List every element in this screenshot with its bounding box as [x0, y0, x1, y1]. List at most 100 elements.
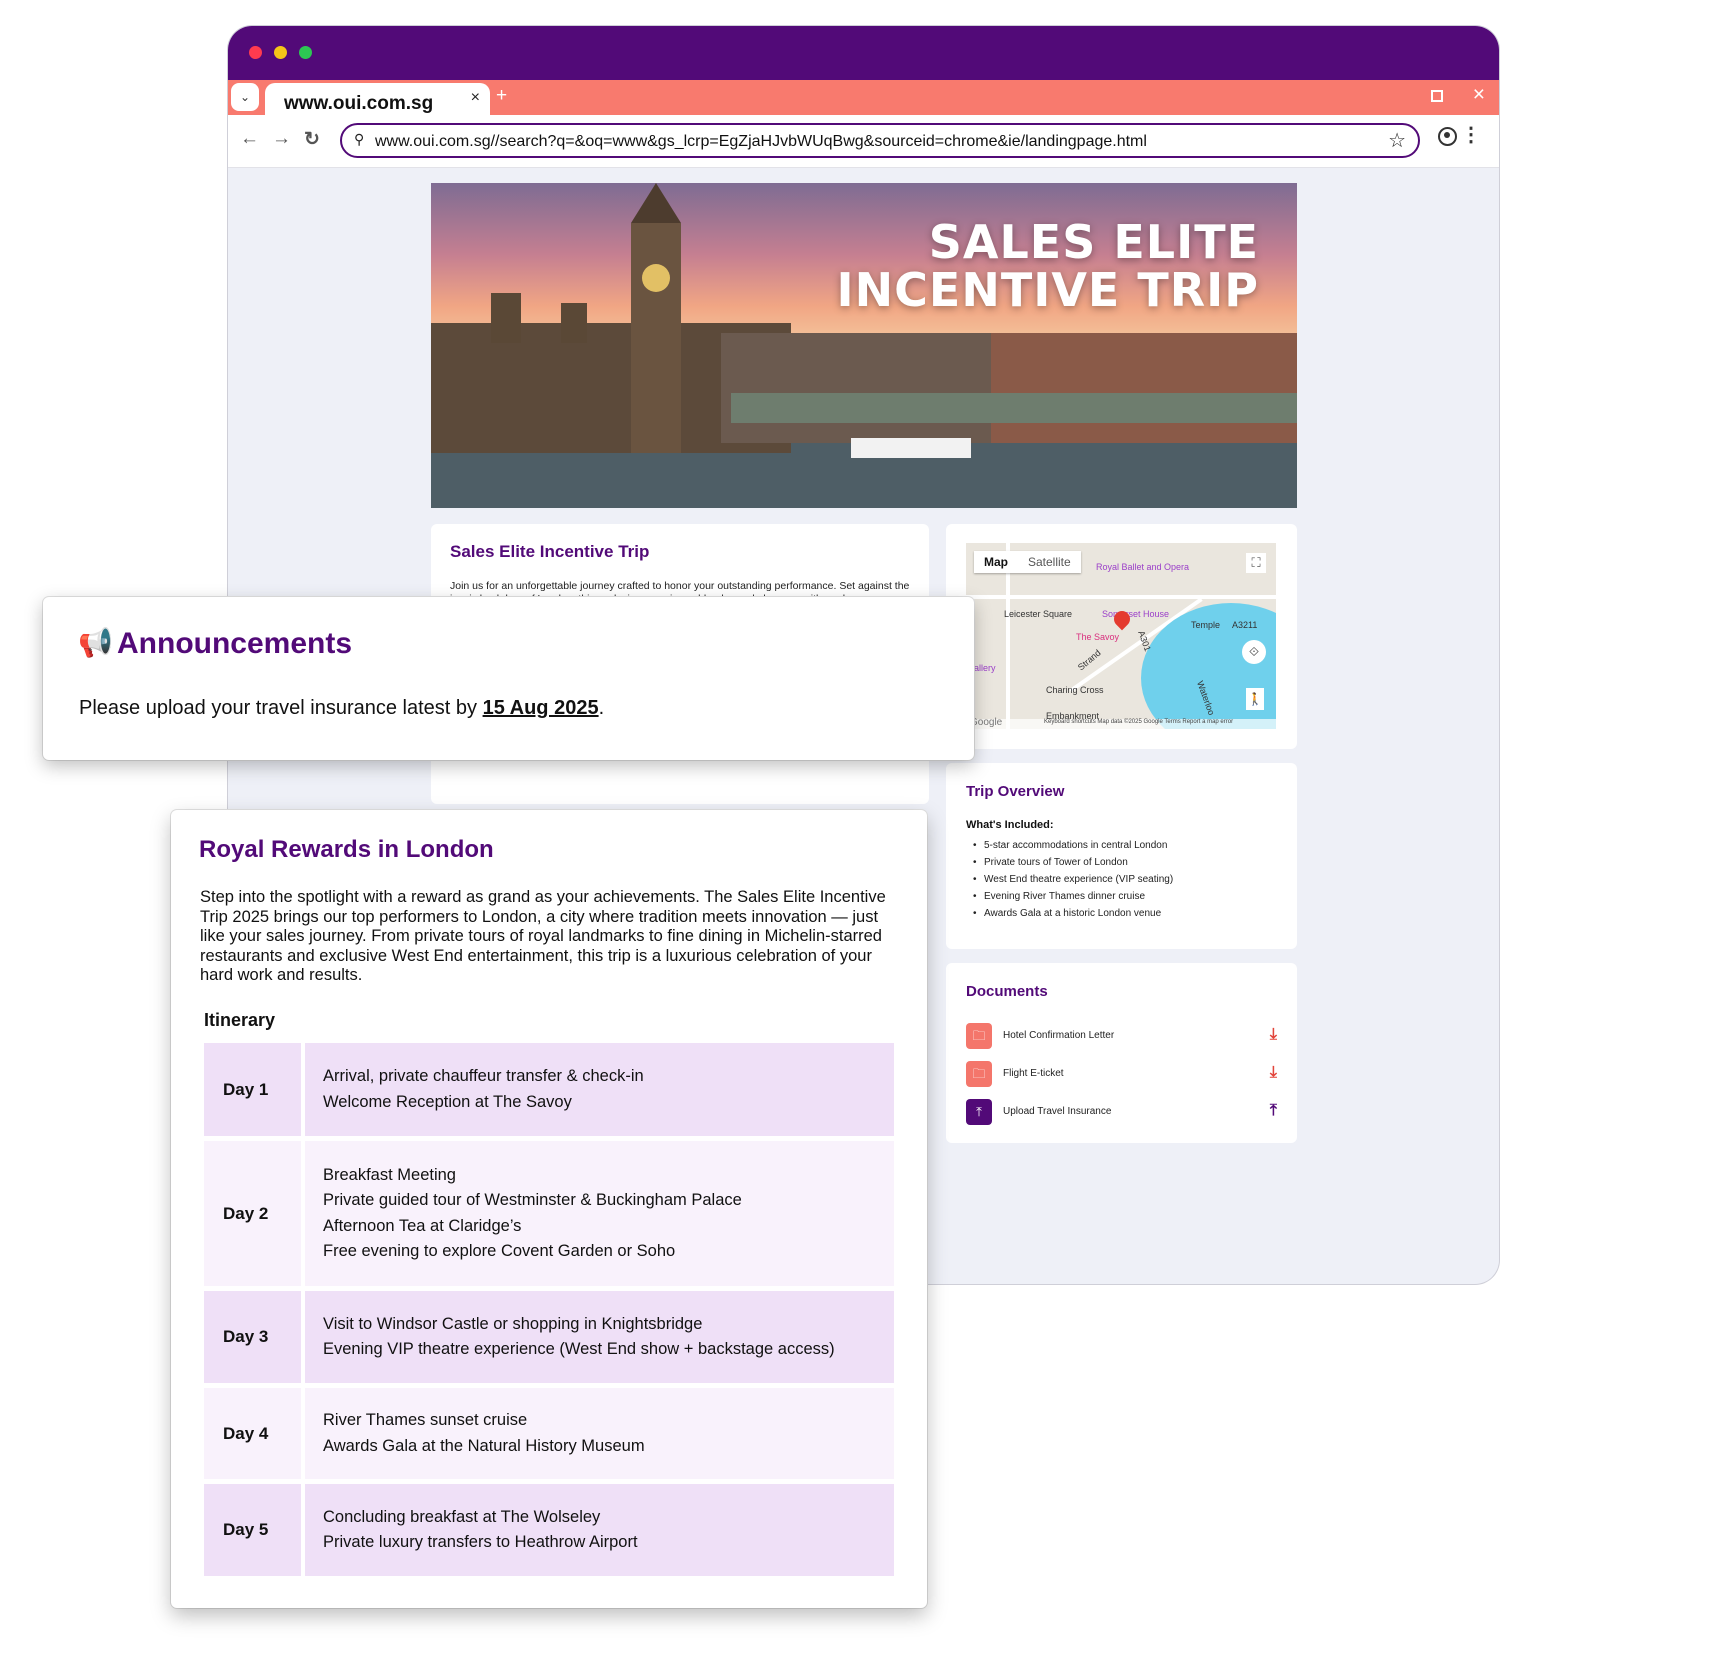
itinerary-activities: River Thames sunset cruise Awards Gala a… [305, 1388, 894, 1479]
itinerary-day: Day 2 [204, 1141, 301, 1286]
document-row-hotel[interactable]: 🗀 Hotel Confirmation Letter ⤓ [966, 1023, 1277, 1049]
itinerary-activity: Awards Gala at the Natural History Museu… [323, 1436, 645, 1455]
included-item: 5-star accommodations in central London [973, 837, 1173, 854]
itinerary-day: Day 3 [204, 1291, 301, 1383]
google-logo: Google [970, 717, 1003, 728]
trip-overview-card: Trip Overview What's Included: 5-star ac… [946, 763, 1297, 949]
itinerary-activity: Afternoon Tea at Claridge’s [323, 1216, 522, 1235]
map-label: Royal Ballet and Opera [1096, 562, 1190, 572]
map-road [966, 595, 1276, 599]
itinerary-activity: Visit to Windsor Castle or shopping in K… [323, 1314, 703, 1333]
map-label: The Savoy [1076, 632, 1120, 642]
url-input[interactable] [375, 132, 1375, 152]
announcement-message: Please upload your travel insurance late… [79, 697, 483, 719]
pegman-icon[interactable]: 🚶 [1246, 688, 1264, 710]
map-embed[interactable]: Map Satellite ⛶ Royal Ballet and Opera L… [966, 543, 1276, 729]
itinerary-activity: Evening VIP theatre experience (West End… [323, 1340, 835, 1358]
upload-icon: ⤒ [966, 1099, 992, 1125]
announcement-deadline: 15 Aug 2025 [482, 697, 599, 719]
itinerary-activity: Private luxury transfers to Heathrow Air… [323, 1533, 638, 1551]
included-item: West End theatre experience (VIP seating… [973, 871, 1173, 888]
omnibox[interactable]: ⚲ ☆ [340, 123, 1420, 158]
hero-banner: SALES ELITE INCENTIVE TRIP [431, 183, 1297, 508]
map-footer: Keyboard shortcuts Map data ©2025 Google… [966, 719, 1276, 729]
included-item: Awards Gala at a historic London venue [973, 905, 1173, 922]
map-type-toggle: Map Satellite [974, 551, 1081, 573]
included-heading: What's Included: [966, 819, 1054, 831]
maximize-window-dot[interactable] [299, 46, 312, 59]
close-window-dot[interactable] [249, 46, 262, 59]
document-row-flight[interactable]: 🗀 Flight E-ticket ⤓ [966, 1061, 1277, 1087]
map-label: Somerset House [1102, 609, 1170, 619]
itinerary-table: Day 1 Arrival, private chauffeur transfe… [204, 1043, 894, 1581]
document-label: Upload Travel Insurance [1003, 1106, 1112, 1117]
minimize-window-dot[interactable] [274, 46, 287, 59]
announcement-suffix: . [598, 697, 605, 719]
rotate-map-icon[interactable]: ⟐ [1242, 640, 1266, 664]
itinerary-day: Day 1 [204, 1043, 301, 1136]
map-label: A3211 [1232, 620, 1258, 630]
itinerary-activities: Breakfast Meeting Private guided tour of… [305, 1141, 894, 1286]
bookmark-star-icon[interactable]: ☆ [1388, 128, 1406, 153]
reload-icon[interactable]: ↻ [304, 128, 320, 151]
address-bar: ← → ↻ ⚲ ☆ ⋮ [228, 115, 1499, 168]
tab-title: www.oui.com.sg [284, 93, 434, 114]
included-list: 5-star accommodations in central London … [973, 837, 1173, 922]
map-label: allery [974, 663, 996, 673]
map-label: Temple [1191, 620, 1221, 630]
itinerary-day: Day 4 [204, 1388, 301, 1479]
itinerary-activities: Visit to Windsor Castle or shopping in K… [305, 1291, 894, 1383]
itinerary-activities: Concluding breakfast at The Wolseley Pri… [305, 1484, 894, 1576]
tab-bar: ⌄ www.oui.com.sg × + × [228, 80, 1499, 115]
itinerary-row: Day 3 Visit to Windsor Castle or shoppin… [204, 1291, 894, 1383]
map-label: Leicester Square [1004, 609, 1073, 619]
fullscreen-icon[interactable]: ⛶ [1246, 553, 1266, 573]
itinerary-row: Day 4 River Thames sunset cruise Awards … [204, 1388, 894, 1479]
documents-card: Documents 🗀 Hotel Confirmation Letter ⤓ … [946, 963, 1297, 1143]
browser-tab[interactable]: www.oui.com.sg × [265, 83, 490, 115]
megaphone-icon: 📢 [78, 627, 113, 658]
document-label: Flight E-ticket [1003, 1068, 1064, 1079]
royal-rewards-panel: Royal Rewards in London Step into the sp… [171, 810, 927, 1608]
download-icon[interactable]: ⤓ [1270, 1026, 1277, 1044]
folder-icon: 🗀 [966, 1023, 992, 1049]
forward-icon[interactable]: → [272, 128, 291, 150]
trip-card-title: Sales Elite Incentive Trip [450, 542, 650, 561]
browser-menu-icon[interactable]: ⋮ [1461, 125, 1481, 145]
announcement-text: Please upload your travel insurance late… [79, 697, 604, 720]
maximize-icon[interactable] [1431, 90, 1443, 102]
search-icon: ⚲ [354, 131, 365, 147]
overview-title: Trip Overview [966, 783, 1065, 800]
map-card: Map Satellite ⛶ Royal Ballet and Opera L… [946, 524, 1297, 749]
map-label: Charing Cross [1046, 685, 1104, 695]
new-tab-icon[interactable]: + [496, 85, 507, 107]
announcements-panel: 📢 Announcements Please upload your trave… [43, 597, 974, 760]
itinerary-activity: Breakfast Meeting [323, 1165, 456, 1184]
upload-icon[interactable]: ⤒ [1270, 1102, 1277, 1120]
itinerary-day: Day 5 [204, 1484, 301, 1576]
royal-title: Royal Rewards in London [199, 836, 494, 863]
included-item: Evening River Thames dinner cruise [973, 888, 1173, 905]
itinerary-row: Day 1 Arrival, private chauffeur transfe… [204, 1043, 894, 1136]
map-tab-satellite[interactable]: Satellite [1018, 551, 1081, 573]
hero-title-line-1: SALES ELITE [928, 215, 1259, 269]
tab-list-dropdown-icon[interactable]: ⌄ [231, 83, 259, 111]
itinerary-activity: Private guided tour of Westminster & Buc… [323, 1191, 742, 1209]
account-icon[interactable] [1438, 127, 1457, 146]
window-close-icon[interactable]: × [1473, 83, 1485, 107]
download-icon[interactable]: ⤓ [1270, 1064, 1277, 1082]
itinerary-activity: River Thames sunset cruise [323, 1411, 528, 1429]
tab-close-icon[interactable]: × [471, 89, 480, 107]
folder-icon: 🗀 [966, 1061, 992, 1087]
document-row-upload[interactable]: ⤒ Upload Travel Insurance ⤒ [966, 1099, 1277, 1125]
stage: ⌄ www.oui.com.sg × + × ← → ↻ ⚲ ☆ ⋮ [0, 0, 1731, 1657]
royal-intro: Step into the spotlight with a reward as… [200, 888, 886, 984]
itinerary-row: Day 5 Concluding breakfast at The Wolsel… [204, 1484, 894, 1576]
document-label: Hotel Confirmation Letter [1003, 1030, 1115, 1041]
title-bar [228, 26, 1499, 80]
hero-title-line-2: INCENTIVE TRIP [836, 263, 1259, 317]
map-tab-map[interactable]: Map [974, 551, 1018, 573]
itinerary-row: Day 2 Breakfast Meeting Private guided t… [204, 1141, 894, 1286]
back-icon[interactable]: ← [240, 128, 259, 150]
announcements-title: Announcements [117, 627, 353, 660]
